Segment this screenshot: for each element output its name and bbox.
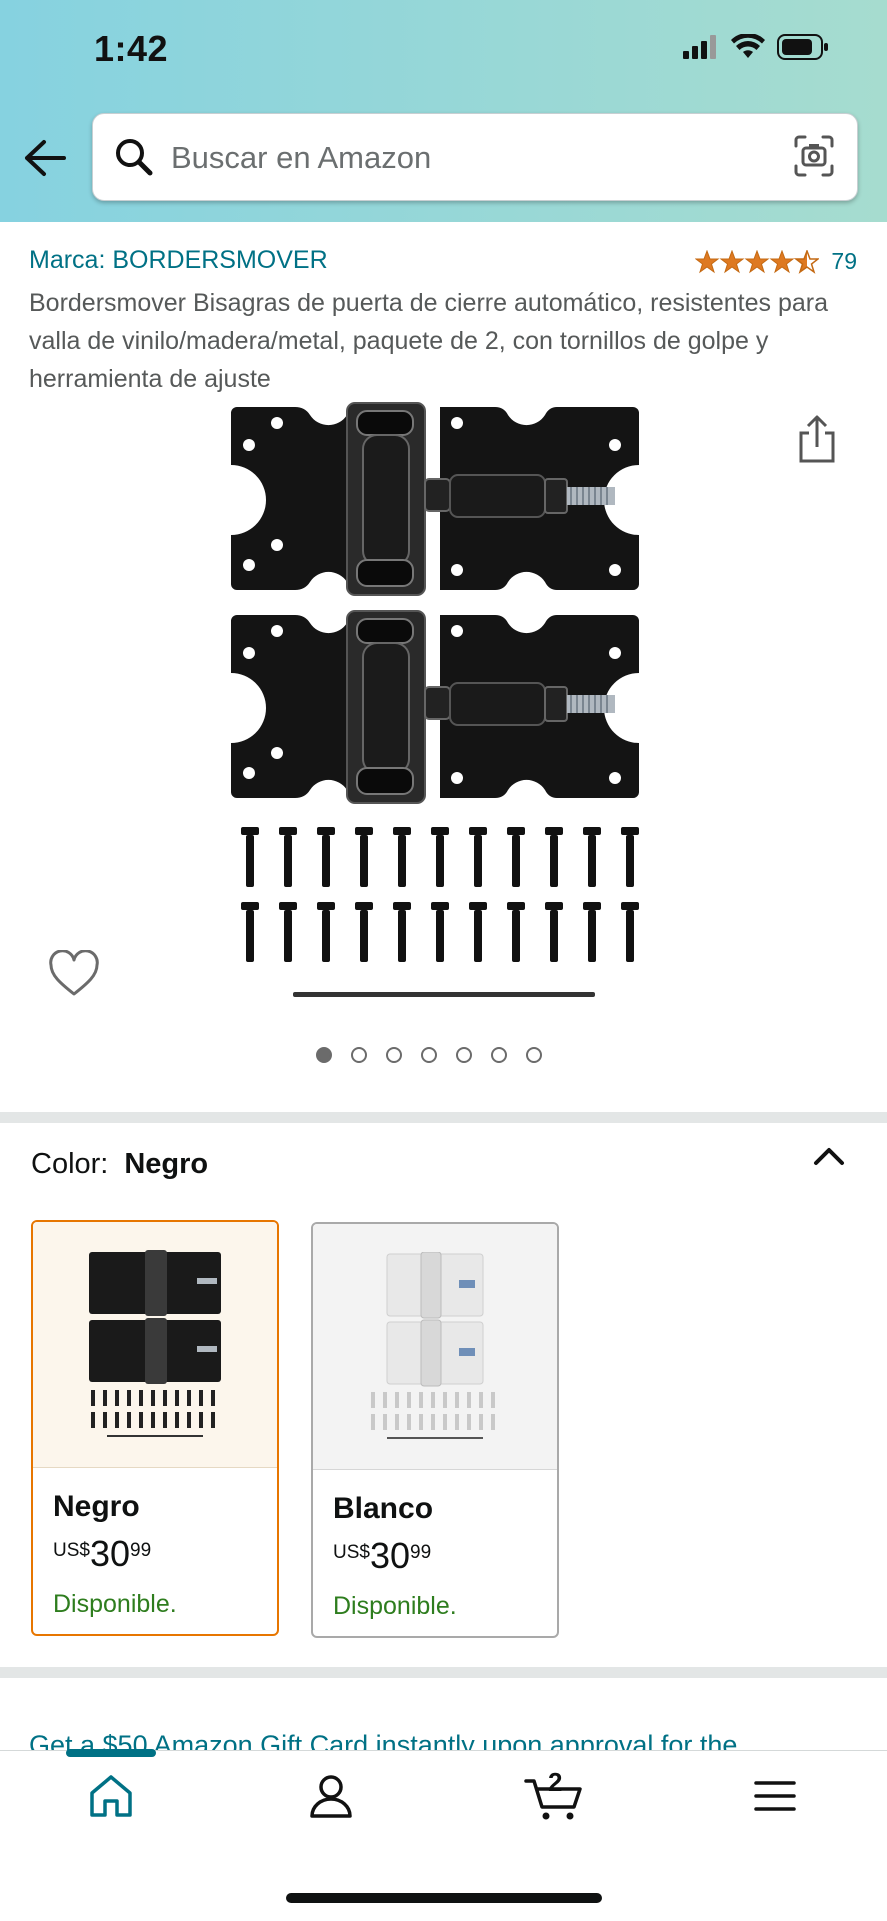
share-icon [799, 415, 835, 463]
white-hinge-thumbnail [371, 1251, 495, 1439]
price-whole: 30 [89, 1533, 131, 1574]
account-icon [310, 1775, 352, 1818]
status-time: 1:42 [94, 28, 169, 69]
hinge-bottom [231, 610, 639, 804]
swatch-thumbnail [313, 1224, 557, 1470]
header: 1:42 [0, 0, 887, 222]
swatch-thumbnail [33, 1222, 277, 1468]
color-label-text: Color: [31, 1148, 109, 1180]
wishlist-button[interactable] [48, 949, 100, 1003]
home-icon [90, 1775, 132, 1817]
star-rating-icon [695, 249, 820, 273]
pagination-dot[interactable] [526, 1047, 542, 1063]
color-swatch-negro[interactable]: Negro US$ 30 99 Disponible. [31, 1220, 279, 1636]
product-title: Bordersmover Bisagras de puerta de cierr… [29, 289, 828, 393]
nav-home[interactable] [88, 1773, 134, 1824]
price-fraction: 99 [410, 1542, 432, 1563]
product-image[interactable] [225, 395, 665, 1010]
black-hinge-thumbnail [89, 1249, 221, 1437]
swatch-availability: Disponible. [53, 1590, 177, 1618]
wifi-icon [731, 34, 765, 58]
screws [241, 827, 639, 962]
collapse-button[interactable] [813, 1145, 845, 1172]
cart-count-badge: 2 [548, 1767, 563, 1797]
rating-count[interactable]: 79 [831, 248, 857, 275]
price-currency: US$ [53, 1540, 90, 1561]
brand-link[interactable]: Marca: BORDERSMOVER [29, 246, 328, 275]
swatch-availability: Disponible. [333, 1592, 457, 1620]
home-indicator [286, 1893, 602, 1903]
battery-icon [777, 34, 828, 60]
pagination-dot[interactable] [386, 1047, 402, 1063]
section-divider [0, 1667, 887, 1678]
pagination-dot[interactable] [491, 1047, 507, 1063]
nav-account[interactable] [308, 1773, 354, 1824]
back-button[interactable] [22, 138, 72, 178]
search-icon [116, 139, 153, 176]
chevron-up-icon [814, 1148, 844, 1165]
price-fraction: 99 [130, 1540, 152, 1561]
color-label: Color: Negro [31, 1148, 208, 1181]
price-whole: 30 [369, 1535, 411, 1576]
color-selected-value: Negro [124, 1148, 209, 1180]
nav-active-indicator [66, 1749, 156, 1757]
signal-icon [683, 35, 716, 59]
swatch-name: Blanco [333, 1492, 434, 1525]
share-button[interactable] [795, 413, 839, 470]
swatch-price: US$ 30 99 [333, 1536, 431, 1576]
image-pagination[interactable] [316, 1047, 542, 1063]
camera-search-icon[interactable] [793, 134, 835, 178]
heart-icon [49, 949, 99, 996]
hinge-top [231, 402, 639, 596]
rating[interactable]: 79 [695, 248, 857, 275]
nav-menu[interactable] [752, 1773, 798, 1824]
adjustment-tool [293, 992, 595, 997]
status-icons [683, 34, 829, 60]
pagination-dot[interactable] [456, 1047, 472, 1063]
back-arrow-icon [25, 140, 66, 176]
price-currency: US$ [333, 1542, 370, 1563]
color-swatch-blanco[interactable]: Blanco US$ 30 99 Disponible. [311, 1222, 559, 1638]
search-input[interactable] [169, 134, 773, 182]
pagination-dot[interactable] [421, 1047, 437, 1063]
swatch-name: Negro [53, 1490, 140, 1523]
pagination-dot[interactable] [351, 1047, 367, 1063]
menu-icon [754, 1781, 796, 1811]
swatch-price: US$ 30 99 [53, 1534, 151, 1574]
pagination-dot[interactable] [316, 1047, 332, 1063]
section-divider [0, 1112, 887, 1123]
search-bar[interactable] [92, 113, 858, 201]
